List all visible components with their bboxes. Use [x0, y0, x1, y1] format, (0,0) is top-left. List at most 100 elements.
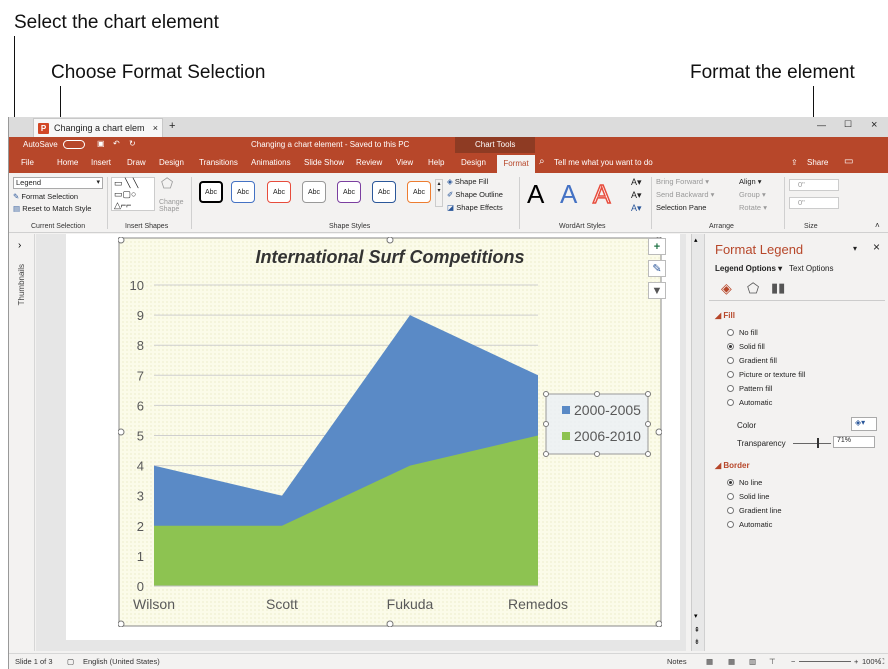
normal-view-icon[interactable]: ▦ — [706, 657, 713, 666]
tab-insert[interactable]: Insert — [91, 158, 111, 167]
close-window-icon[interactable]: × — [871, 119, 877, 131]
solid-line-option[interactable]: Solid line — [727, 492, 769, 501]
tab-draw[interactable]: Draw — [127, 158, 146, 167]
legend-options-icon[interactable]: ▮▮ — [771, 280, 785, 296]
zoom-out-icon[interactable]: − — [791, 657, 795, 666]
zoom-in-icon[interactable]: + — [854, 657, 858, 666]
shape-fill-button[interactable]: ◈ Shape Fill — [447, 177, 488, 186]
radio[interactable] — [727, 329, 734, 336]
automatic-fill-option[interactable]: Automatic — [727, 398, 772, 407]
radio[interactable] — [727, 371, 734, 378]
fit-slide-icon[interactable]: ⛶ — [879, 657, 884, 667]
maximize-icon[interactable]: ☐ — [844, 119, 852, 130]
effects-pentagon-icon[interactable]: ⬠ — [747, 280, 759, 297]
transparency-slider[interactable] — [793, 443, 831, 444]
shape-style-black[interactable]: Abc — [199, 181, 223, 203]
radio[interactable] — [727, 343, 734, 350]
height-field[interactable]: 0" — [789, 179, 839, 191]
share-icon[interactable]: ⇪ — [791, 158, 798, 167]
automatic-line-option[interactable]: Automatic — [727, 520, 772, 529]
tab-help[interactable]: Help — [428, 158, 444, 167]
text-effects-icon[interactable]: A▾ — [631, 203, 642, 214]
pattern-fill-option[interactable]: Pattern fill — [727, 384, 772, 393]
vertical-scrollbar[interactable]: ▴ ▾ ⇞ ⇟ — [691, 234, 704, 651]
group-button[interactable]: Group ▾ — [739, 190, 766, 199]
text-outline-icon[interactable]: A▾ — [631, 190, 642, 201]
collapse-ribbon-icon[interactable]: ˄ — [875, 221, 880, 230]
slider-thumb[interactable] — [817, 438, 819, 448]
chart-area[interactable]: International Surf Competitions 0 1 2 3 4 5 6 7 8… — [117, 236, 663, 628]
radio[interactable] — [727, 357, 734, 364]
comment-icon[interactable]: ▭ — [844, 156, 853, 167]
border-section-header[interactable]: ◢ Border — [715, 461, 750, 470]
color-picker[interactable]: ◈▾ — [851, 417, 877, 431]
slide-sorter-icon[interactable]: ▦ — [728, 657, 735, 666]
fill-line-icon[interactable]: ◈ — [721, 280, 732, 297]
slideshow-icon[interactable]: ⊤ — [769, 657, 776, 666]
tab-animations[interactable]: Animations — [251, 158, 291, 167]
radio[interactable] — [727, 399, 734, 406]
tab-design[interactable]: Design — [159, 158, 184, 167]
chart-filters-button[interactable]: ▼ — [648, 282, 666, 299]
share-button[interactable]: Share — [807, 158, 828, 167]
shape-style-purple[interactable]: Abc — [337, 181, 361, 203]
document-tab[interactable]: P Changing a chart elem × — [33, 118, 163, 137]
chart-elements-button[interactable]: + — [648, 238, 666, 255]
align-button[interactable]: Align ▾ — [739, 177, 762, 186]
rotate-button[interactable]: Rotate ▾ — [739, 203, 767, 212]
tab-slide-show[interactable]: Slide Show — [304, 158, 344, 167]
scroll-down-icon[interactable]: ▾ — [694, 612, 698, 620]
prev-slide-icon[interactable]: ⇞ — [694, 626, 700, 634]
area-chart[interactable]: International Surf Competitions 0 1 2 3 4 5 6 7 8… — [117, 236, 663, 628]
minimize-icon[interactable]: — — [817, 120, 826, 130]
autosave-toggle[interactable] — [63, 140, 85, 149]
text-fill-icon[interactable]: A▾ — [631, 177, 642, 188]
save-icon[interactable]: ▣ — [97, 139, 105, 148]
width-field[interactable]: 0" — [789, 197, 839, 209]
gradient-line-option[interactable]: Gradient line — [727, 506, 782, 515]
radio[interactable] — [727, 493, 734, 500]
wordart-black[interactable]: A — [527, 179, 544, 210]
zoom-slider[interactable] — [799, 661, 851, 662]
language[interactable]: English (United States) — [83, 657, 160, 666]
undo-icon[interactable]: ↶ — [113, 139, 120, 148]
text-options-tab[interactable]: Text Options — [789, 264, 833, 273]
shape-style-red[interactable]: Abc — [267, 181, 291, 203]
legend-options-tab[interactable]: Legend Options ▾ — [715, 264, 782, 273]
pane-options-icon[interactable]: ▾ — [853, 244, 857, 253]
picture-fill-option[interactable]: Picture or texture fill — [727, 370, 805, 379]
shape-style-blue[interactable]: Abc — [231, 181, 255, 203]
pane-close-icon[interactable]: × — [873, 240, 880, 254]
no-line-option[interactable]: No line — [727, 478, 762, 487]
expand-thumbnails-icon[interactable]: › — [18, 240, 21, 251]
notes-button[interactable]: Notes — [667, 657, 687, 666]
wordart-red[interactable]: A — [592, 178, 611, 210]
radio[interactable] — [727, 507, 734, 514]
tab-chart-design[interactable]: Design — [461, 158, 486, 167]
tab-home[interactable]: Home — [57, 158, 78, 167]
spellcheck-icon[interactable]: ▢ — [67, 657, 74, 666]
fill-section-header[interactable]: ◢ Fill — [715, 311, 735, 320]
send-backward-button[interactable]: Send Backward ▾ — [656, 190, 714, 199]
new-tab-icon[interactable]: + — [169, 120, 175, 132]
chart-styles-button[interactable]: ✎ — [648, 260, 666, 277]
shape-style-orange[interactable]: Abc — [407, 181, 431, 203]
shape-outline-button[interactable]: ✐ Shape Outline — [447, 190, 503, 199]
shape-style-gray[interactable]: Abc — [302, 181, 326, 203]
shape-effects-button[interactable]: ◪ Shape Effects — [447, 203, 503, 212]
tab-view[interactable]: View — [396, 158, 413, 167]
chart-elements-dropdown[interactable]: Legend ▾ — [13, 177, 103, 189]
next-slide-icon[interactable]: ⇟ — [694, 638, 700, 646]
close-tab-icon[interactable]: × — [153, 123, 158, 133]
reading-view-icon[interactable]: ▥ — [749, 657, 756, 666]
tab-transitions[interactable]: Transitions — [199, 158, 238, 167]
tab-review[interactable]: Review — [356, 158, 382, 167]
edit-shape-icon[interactable]: ⬠ — [161, 175, 181, 193]
format-selection-button[interactable]: ✎ Format Selection — [13, 192, 78, 201]
no-fill-option[interactable]: No fill — [727, 328, 758, 337]
selection-pane-button[interactable]: Selection Pane — [656, 203, 706, 212]
tab-file[interactable]: File — [21, 158, 34, 167]
shape-styles-more[interactable]: ▴ ▾ — [435, 179, 443, 207]
redo-icon[interactable]: ↻ — [129, 139, 136, 148]
shapes-gallery[interactable]: ▭ ╲ ╲ ▭▢○ △⌐⌐ — [111, 177, 155, 211]
